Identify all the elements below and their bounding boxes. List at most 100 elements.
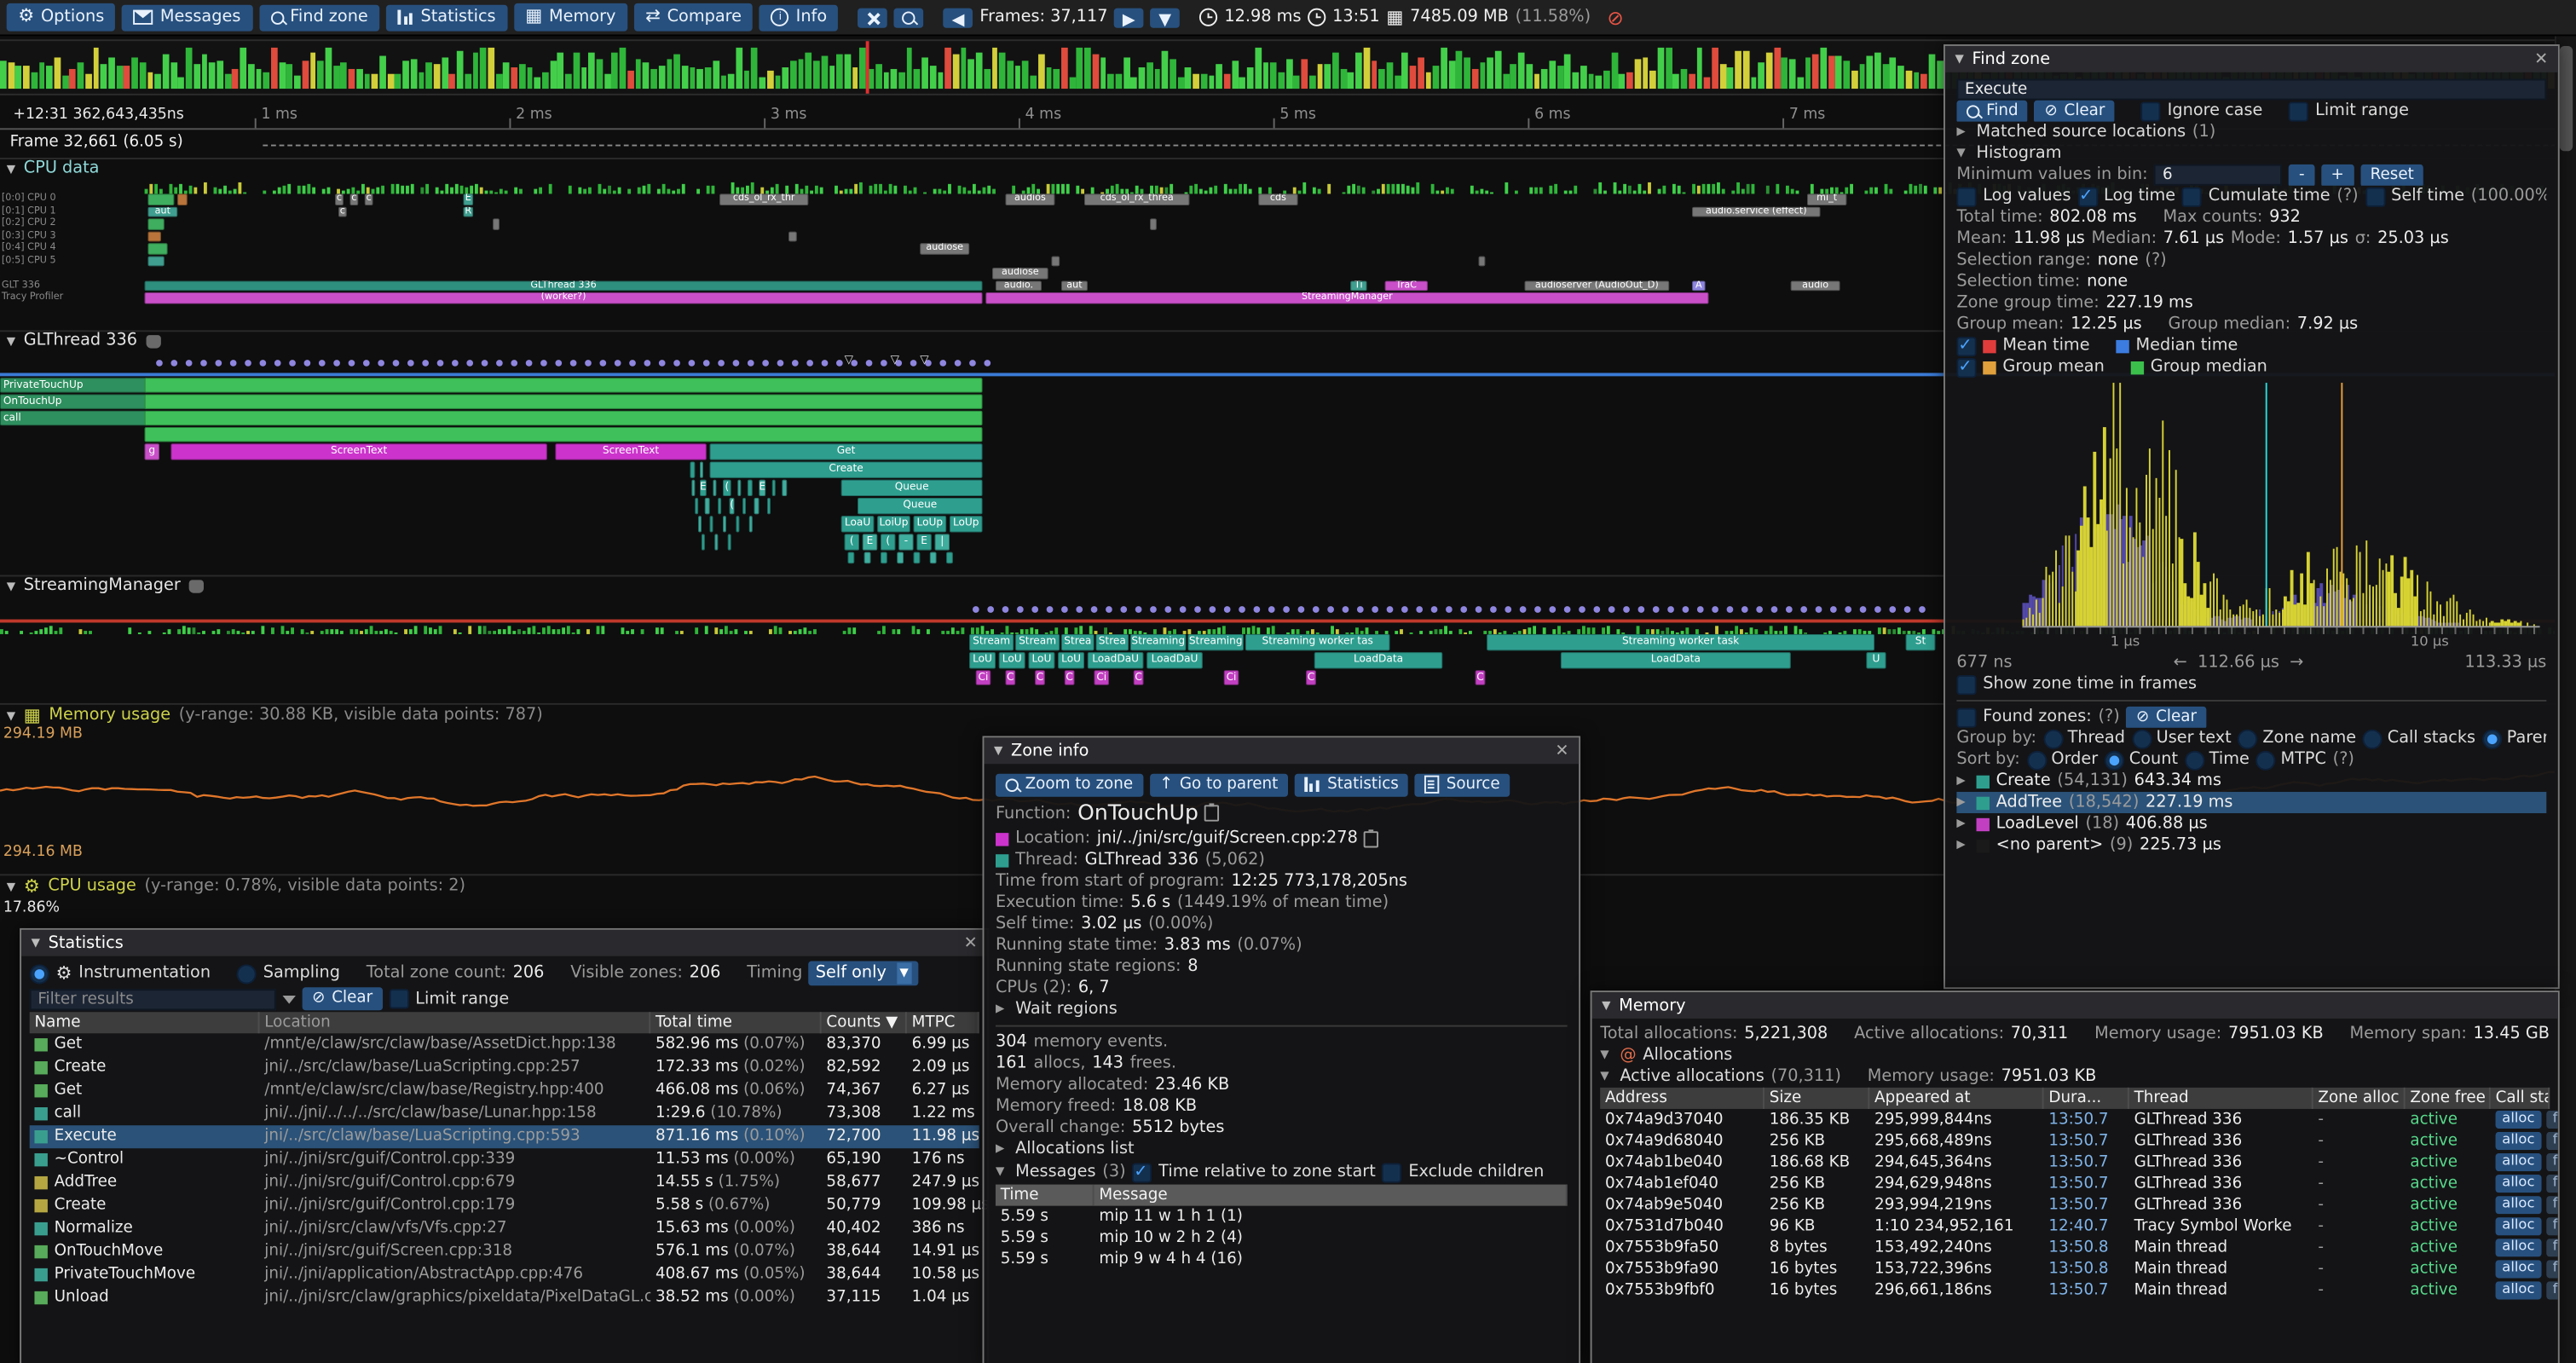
frame-bar[interactable]: [1077, 48, 1083, 89]
histogram-bar[interactable]: [2362, 592, 2364, 626]
histogram-bar[interactable]: [2423, 609, 2425, 626]
statistics-row[interactable]: OnTouchMove jni/../jni/src/guif/Screen.c…: [30, 1240, 979, 1263]
zone[interactable]: [742, 498, 746, 514]
col-total-time[interactable]: Total time: [650, 1012, 821, 1033]
frame-bar[interactable]: [1317, 64, 1323, 89]
frame-bar[interactable]: [1588, 73, 1594, 89]
frame-bar[interactable]: [1014, 65, 1020, 89]
frame-bar[interactable]: [938, 72, 944, 89]
histogram-bar[interactable]: [2284, 596, 2286, 627]
statistics-row[interactable]: PrivateTouchMove jni/../jni/application/…: [30, 1263, 979, 1286]
zone[interactable]: [914, 552, 921, 563]
sample-dot[interactable]: [319, 360, 326, 367]
clear-filter-button[interactable]: ⊘Clear: [303, 987, 383, 1010]
sample-dot[interactable]: [1593, 606, 1600, 613]
histogram-bar[interactable]: [2330, 579, 2331, 626]
histogram-bar[interactable]: [2297, 604, 2299, 626]
sample-dot[interactable]: [987, 606, 994, 613]
frame-bar[interactable]: [1325, 65, 1331, 89]
histogram-bar[interactable]: [2207, 608, 2209, 626]
histogram-bar[interactable]: [2197, 563, 2198, 627]
histogram-bar[interactable]: [2106, 530, 2108, 626]
zone[interactable]: St: [1906, 634, 1936, 650]
frame-bar[interactable]: [131, 58, 137, 89]
frame-bar[interactable]: [627, 71, 633, 89]
frame-bar[interactable]: [341, 61, 347, 89]
frame-bar[interactable]: [1867, 56, 1873, 89]
min-values-in-bin-input[interactable]: [2154, 165, 2282, 186]
sample-dot[interactable]: [407, 360, 414, 367]
histogram-bar[interactable]: [2180, 539, 2182, 627]
frame-bar[interactable]: [906, 48, 912, 89]
sample-dot[interactable]: [629, 360, 636, 367]
frame-bar[interactable]: [1046, 66, 1052, 89]
sample-dot[interactable]: [689, 360, 696, 367]
sort-by-radio[interactable]: MTPC: [2256, 749, 2326, 771]
frame-bar[interactable]: [1736, 51, 1741, 89]
cpu-zone[interactable]: GLThread 336: [145, 280, 983, 292]
histogram-bar[interactable]: [2391, 556, 2393, 627]
histogram-toggle[interactable]: ▼Histogram: [1956, 143, 2546, 165]
log-time-checkbox[interactable]: [2077, 187, 2097, 206]
frame-bar[interactable]: [743, 72, 749, 89]
clear-found-button[interactable]: ⊘Clear: [2126, 707, 2206, 728]
sample-dot[interactable]: [1874, 606, 1881, 613]
histogram-bar[interactable]: [2249, 608, 2250, 626]
zone[interactable]: LoU: [1058, 652, 1084, 668]
histogram-bar[interactable]: [2268, 588, 2270, 627]
histogram-bar[interactable]: [2081, 526, 2082, 626]
sample-dot[interactable]: [1786, 606, 1793, 613]
histogram-bar[interactable]: [2133, 537, 2134, 626]
col-zone-free[interactable]: Zone free: [2406, 1088, 2491, 1109]
sample-dot[interactable]: [1460, 606, 1467, 613]
cpu-zone[interactable]: [1150, 218, 1157, 229]
col-appeared[interactable]: Appeared at: [1869, 1088, 2043, 1109]
zone[interactable]: Streaming worker task: [1487, 634, 1874, 650]
memory-titlebar[interactable]: ▼Memory: [1592, 992, 2558, 1019]
frame-bar[interactable]: [775, 77, 781, 89]
cpu-zone[interactable]: R: [463, 206, 473, 217]
show-zone-time-in-frames-checkbox[interactable]: [1956, 674, 1976, 694]
sample-dot[interactable]: [1830, 606, 1837, 613]
frame-bar[interactable]: [604, 74, 610, 89]
zone[interactable]: [713, 480, 716, 496]
self-time-checkbox[interactable]: [2365, 187, 2384, 206]
zone[interactable]: Ci: [976, 670, 991, 684]
col-counts[interactable]: Counts ▼: [822, 1012, 907, 1033]
found-zone-group-row[interactable]: ▶ AddTree (18,542) 227.19 ms: [1956, 792, 2546, 813]
frame-bar[interactable]: [333, 66, 339, 89]
histogram-bar[interactable]: [2440, 604, 2441, 626]
sample-dot[interactable]: [1756, 606, 1763, 613]
sample-dot[interactable]: [1002, 606, 1009, 613]
col-call-stack[interactable]: Call stack: [2491, 1088, 2550, 1109]
histogram-bar[interactable]: [2065, 536, 2066, 627]
histogram-bar[interactable]: [2191, 598, 2192, 627]
alloc-callstack-button[interactable]: alloc: [2496, 1217, 2542, 1235]
histogram-bar[interactable]: [2310, 584, 2312, 627]
sample-dot[interactable]: [1845, 606, 1851, 613]
frame-bar[interactable]: [720, 75, 726, 89]
sample-dot[interactable]: [1387, 606, 1394, 613]
frame-bar[interactable]: [1774, 48, 1780, 89]
frame-bar[interactable]: [658, 66, 664, 89]
sample-dot[interactable]: [1727, 606, 1734, 613]
histogram-bar[interactable]: [2494, 622, 2496, 626]
free-callstack-button[interactable]: free: [2546, 1260, 2558, 1278]
histogram-bar[interactable]: [2378, 559, 2380, 626]
frame-bar[interactable]: [1643, 57, 1649, 89]
frame-bar[interactable]: [1906, 70, 1912, 89]
frame-bar[interactable]: [1797, 77, 1803, 89]
frame-bar[interactable]: [1751, 77, 1757, 89]
histogram-bar[interactable]: [2061, 587, 2063, 627]
frame-bar[interactable]: [1363, 48, 1369, 89]
exclude-children-checkbox[interactable]: [1382, 1163, 1401, 1182]
sample-dot[interactable]: [1505, 606, 1511, 613]
histogram-bar[interactable]: [2090, 546, 2092, 626]
histogram-bar[interactable]: [2210, 582, 2212, 627]
frame-bar[interactable]: [442, 57, 448, 89]
frame-bar[interactable]: [1193, 74, 1198, 89]
frame-bar[interactable]: [1658, 48, 1664, 89]
zone[interactable]: Queue: [858, 498, 982, 514]
cpu-zone[interactable]: audio.service (effect): [1692, 206, 1820, 217]
frame-bar[interactable]: [1759, 61, 1765, 89]
